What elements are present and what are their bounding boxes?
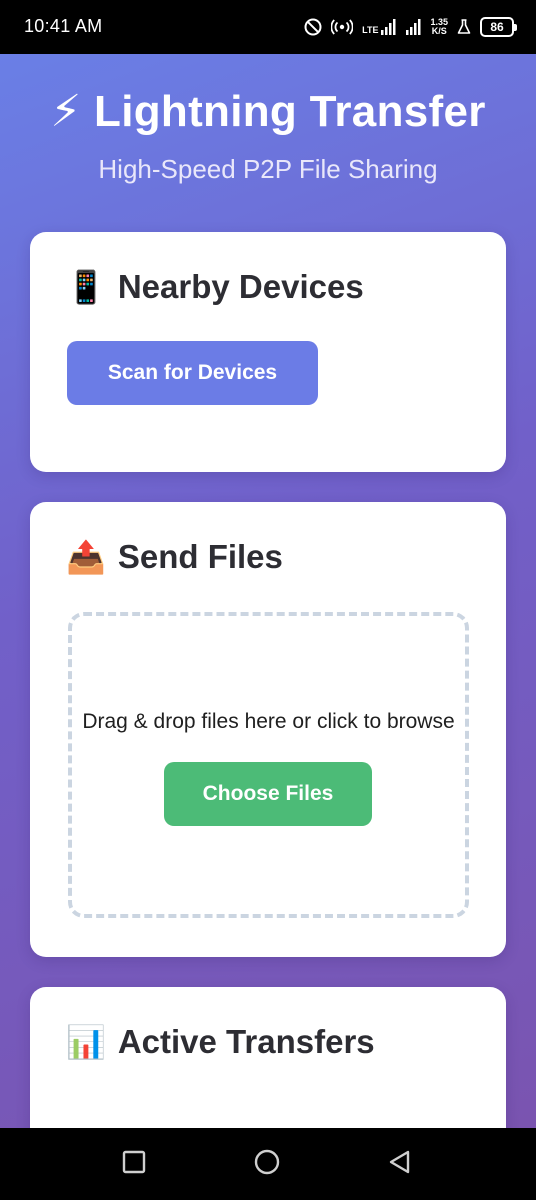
app-title-text: Lightning Transfer <box>94 87 486 136</box>
dnd-icon <box>304 18 322 36</box>
dropzone-text: Drag & drop files here or click to brows… <box>82 710 455 733</box>
send-files-card: 📤 Send Files Drag & drop files here or c… <box>30 502 506 957</box>
bar-chart-icon: 📊 <box>66 1024 106 1060</box>
app-screen: ⚡ Lightning Transfer High-Speed P2P File… <box>0 54 536 1128</box>
phone-icon: 📱 <box>66 269 106 305</box>
lightning-icon: ⚡ <box>50 87 82 136</box>
nearby-devices-card: 📱 Nearby Devices Scan for Devices <box>30 232 506 472</box>
signal-icon <box>406 19 421 35</box>
flask-icon <box>457 19 471 34</box>
file-dropzone[interactable]: Drag & drop files here or click to brows… <box>68 612 469 918</box>
app-subtitle: High-Speed P2P File Sharing <box>98 154 438 184</box>
app-title: ⚡ Lightning Transfer <box>0 86 536 137</box>
net-speed-unit: K/S <box>431 26 447 36</box>
scan-devices-button[interactable]: Scan for Devices <box>67 341 318 405</box>
battery-icon: 86 <box>480 17 517 37</box>
outbox-icon: 📤 <box>66 539 106 575</box>
active-transfers-title: 📊 Active Transfers <box>66 1023 375 1061</box>
signal-icon <box>381 19 396 35</box>
nearby-devices-title: 📱 Nearby Devices <box>66 268 364 306</box>
active-transfers-card: 📊 Active Transfers <box>30 987 506 1128</box>
send-files-title: 📤 Send Files <box>66 538 283 576</box>
nearby-devices-title-text: Nearby Devices <box>117 268 364 305</box>
status-time: 10:41 AM <box>24 16 103 36</box>
lte-label: LTE <box>362 25 379 35</box>
recents-icon[interactable] <box>122 1150 146 1174</box>
back-icon[interactable] <box>388 1150 412 1174</box>
status-icons: LTE 1.35 K/S 86 <box>304 14 517 40</box>
hotspot-icon <box>331 19 354 35</box>
navigation-bar <box>0 1128 536 1200</box>
net-speed: 1.35 K/S <box>430 18 448 36</box>
home-icon[interactable] <box>254 1149 280 1175</box>
status-bar: 10:41 AM LTE 1.35 K/S 86 <box>0 0 536 54</box>
send-files-title-text: Send Files <box>117 538 283 575</box>
choose-files-button[interactable]: Choose Files <box>164 762 372 826</box>
active-transfers-title-text: Active Transfers <box>117 1023 375 1060</box>
lte-signal: LTE <box>362 19 396 35</box>
